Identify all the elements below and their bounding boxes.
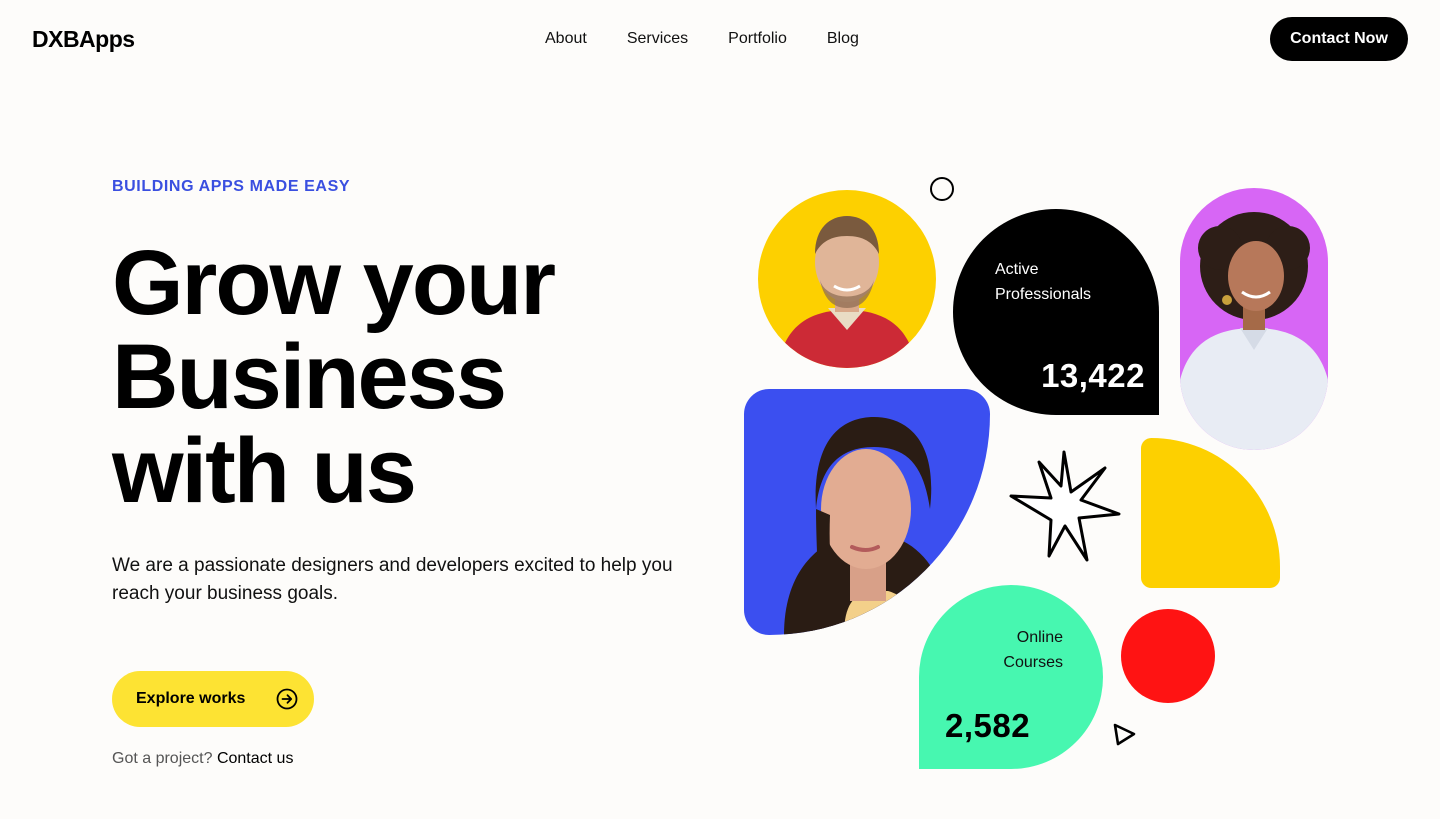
nav-links: About Services Portfolio Blog [545, 30, 859, 48]
triangle-pointer-icon [1113, 723, 1136, 746]
nav-link-about[interactable]: About [545, 30, 587, 48]
explore-works-label: Explore works [136, 690, 246, 707]
nav-link-portfolio[interactable]: Portfolio [728, 30, 787, 48]
headline-line-3: with us [112, 420, 417, 522]
active-professionals-card: Active Professionals 13,422 [953, 209, 1159, 415]
brand-logo[interactable]: DXBApps [32, 26, 135, 53]
woman-curly-portrait-illustration [1180, 212, 1328, 450]
top-navigation: DXBApps About Services Portfolio Blog Co… [0, 0, 1440, 80]
arrow-right-circle-icon [276, 688, 298, 710]
portrait-woman-curly-avatar [1180, 188, 1328, 450]
online-courses-card: Online Courses 2,582 [919, 585, 1103, 769]
portrait-man-avatar [758, 190, 936, 368]
project-question: Got a project? [112, 750, 213, 767]
portrait-woman-avatar [744, 389, 990, 635]
project-prompt: Got a project? Contact us [112, 750, 293, 768]
active-professionals-label: Active Professionals [995, 261, 1092, 303]
online-courses-label: Online Courses [1003, 625, 1063, 675]
yellow-quarter-shape [1141, 438, 1280, 588]
headline-line-1: Grow your [112, 232, 556, 334]
contact-us-link[interactable]: Contact us [217, 750, 293, 767]
hero-subtitle: We are a passionate designers and develo… [112, 555, 673, 604]
sparkle-star-icon [1009, 450, 1121, 562]
online-courses-label-line-1: Online [1016, 629, 1063, 646]
hero-headline: Grow your Business with us [112, 232, 556, 522]
explore-works-button[interactable]: Explore works [112, 671, 314, 727]
headline-line-2: Business [112, 326, 507, 428]
online-courses-count: 2,582 [945, 707, 1031, 744]
nav-link-blog[interactable]: Blog [827, 30, 859, 48]
nav-link-services[interactable]: Services [627, 30, 688, 48]
man-portrait-illustration [778, 216, 916, 368]
online-courses-label-line-2: Courses [1003, 654, 1063, 671]
red-circle-shape [1121, 609, 1215, 703]
contact-now-button[interactable]: Contact Now [1270, 17, 1408, 61]
woman-portrait-illustration [784, 417, 948, 635]
hero-eyebrow: BUILDING APPS MADE EASY [112, 178, 351, 195]
